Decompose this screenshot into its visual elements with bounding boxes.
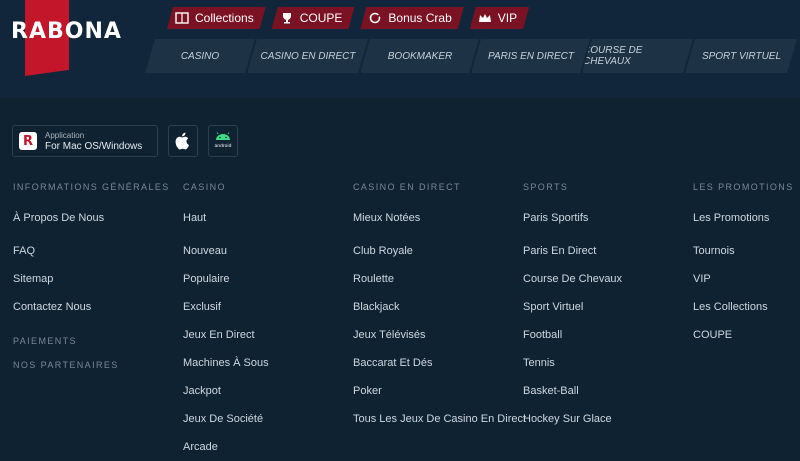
nav-tab-casino-en-direct[interactable]: CASINO EN DIRECT bbox=[247, 39, 368, 73]
footer-link[interactable]: Poker bbox=[353, 377, 526, 405]
footer-column-promotions: LES PROMOTIONS Les Promotions Tournois V… bbox=[693, 182, 794, 349]
apple-icon bbox=[175, 132, 189, 150]
footer-link[interactable]: FAQ bbox=[13, 237, 170, 265]
top-link-collections[interactable]: Collections bbox=[167, 7, 266, 29]
svg-text:android: android bbox=[214, 143, 231, 149]
footer-link[interactable]: Exclusif bbox=[183, 293, 269, 321]
footer-link[interactable]: Jeux En Direct bbox=[183, 321, 269, 349]
crab-claw-icon bbox=[368, 12, 382, 24]
top-link-coupe[interactable]: COUPE bbox=[272, 7, 355, 29]
logo[interactable]: RABONA bbox=[11, 19, 122, 44]
footer-link[interactable]: Les Collections bbox=[693, 293, 794, 321]
footer-link[interactable]: À Propos De Nous bbox=[13, 209, 170, 237]
footer-link[interactable]: Jeux De Société bbox=[183, 405, 269, 433]
nav-tab-course-de-chevaux[interactable]: COURSE DE CHEVAUX bbox=[582, 39, 693, 73]
top-link-label: Collections bbox=[195, 11, 254, 25]
footer-link[interactable]: VIP bbox=[693, 265, 794, 293]
top-link-label: COUPE bbox=[299, 11, 343, 25]
top-link-bonus-crab[interactable]: Bonus Crab bbox=[360, 7, 463, 29]
footer-link[interactable]: Hockey Sur Glace bbox=[523, 405, 622, 433]
footer-link[interactable]: Machines À Sous bbox=[183, 349, 269, 377]
payments-heading[interactable]: PAIEMENTS bbox=[13, 336, 77, 346]
footer-link[interactable]: Contactez Nous bbox=[13, 293, 170, 321]
trophy-icon bbox=[280, 12, 294, 24]
top-link-label: Bonus Crab bbox=[388, 11, 452, 25]
app-platforms: For Mac OS/Windows bbox=[45, 141, 143, 152]
column-heading: SPORTS bbox=[523, 182, 569, 192]
footer-link[interactable]: Basket-Ball bbox=[523, 377, 622, 405]
footer-link[interactable]: Tennis bbox=[523, 349, 622, 377]
column-heading: CASINO bbox=[183, 182, 226, 192]
top-link-label: VIP bbox=[497, 11, 518, 25]
footer-link[interactable]: Paris En Direct bbox=[523, 237, 622, 265]
footer-column-live-casino: CASINO EN DIRECT Mieux Notées Club Royal… bbox=[353, 182, 526, 433]
footer-link[interactable]: Course De Chevaux bbox=[523, 265, 622, 293]
partners-heading[interactable]: NOS PARTENAIRES bbox=[13, 360, 119, 370]
footer-link[interactable]: Roulette bbox=[353, 265, 526, 293]
ios-app-button[interactable] bbox=[168, 125, 198, 157]
column-heading: LES PROMOTIONS bbox=[693, 182, 794, 192]
app-downloads: R Application For Mac OS/Windows android bbox=[12, 125, 238, 157]
footer-link[interactable]: Sport Virtuel bbox=[523, 293, 622, 321]
footer-link[interactable]: Nouveau bbox=[183, 237, 269, 265]
footer-link[interactable]: Paris Sportifs bbox=[523, 209, 622, 237]
footer-link[interactable]: COUPE bbox=[693, 321, 794, 349]
footer-column-casino: CASINO Haut Nouveau Populaire Exclusif J… bbox=[183, 182, 269, 461]
footer-link[interactable]: Les Promotions bbox=[693, 209, 794, 237]
footer-link[interactable]: Baccarat Et Dés bbox=[353, 349, 526, 377]
footer-link[interactable]: Jackpot bbox=[183, 377, 269, 405]
footer-link[interactable]: Football bbox=[523, 321, 622, 349]
main-nav: CASINO CASINO EN DIRECT BOOKMAKER PARIS … bbox=[145, 39, 800, 73]
column-heading: INFORMATIONS GÉNÉRALES bbox=[13, 182, 170, 192]
footer-link[interactable]: Mieux Notées bbox=[353, 209, 526, 237]
crown-icon bbox=[478, 12, 492, 24]
android-app-button[interactable]: android bbox=[208, 125, 238, 157]
nav-tab-paris-en-direct[interactable]: PARIS EN DIRECT bbox=[471, 39, 590, 73]
book-icon bbox=[175, 12, 189, 24]
footer-link[interactable]: Populaire bbox=[183, 265, 269, 293]
footer-link[interactable]: Tournois bbox=[693, 237, 794, 265]
footer-link[interactable]: Tous Les Jeux De Casino En Direct bbox=[353, 405, 526, 433]
desktop-app-button[interactable]: R Application For Mac OS/Windows bbox=[12, 125, 158, 157]
footer-link[interactable]: Haut bbox=[183, 209, 269, 237]
top-links: Collections COUPE Bonus Crab VIP bbox=[167, 7, 529, 29]
nav-tab-sport-virtuel[interactable]: SPORT VIRTUEL bbox=[685, 39, 797, 73]
app-caption: Application bbox=[45, 131, 85, 140]
nav-tab-casino[interactable]: CASINO bbox=[145, 39, 255, 73]
footer-link[interactable]: Arcade bbox=[183, 433, 269, 461]
top-link-vip[interactable]: VIP bbox=[470, 7, 529, 29]
footer-link[interactable]: Sitemap bbox=[13, 265, 170, 293]
column-heading: CASINO EN DIRECT bbox=[353, 182, 461, 192]
rabona-app-icon: R bbox=[19, 132, 37, 150]
site-header: RABONA Collections COUPE Bonus Crab VIP … bbox=[0, 0, 800, 98]
footer-column-sports: SPORTS Paris Sportifs Paris En Direct Co… bbox=[523, 182, 622, 433]
footer-link[interactable]: Blackjack bbox=[353, 293, 526, 321]
footer-link[interactable]: Jeux Télévisés bbox=[353, 321, 526, 349]
android-icon: android bbox=[214, 132, 232, 149]
footer-column-general: INFORMATIONS GÉNÉRALES À Propos De Nous … bbox=[13, 182, 170, 370]
nav-tab-bookmaker[interactable]: BOOKMAKER bbox=[360, 39, 479, 73]
footer-link[interactable]: Club Royale bbox=[353, 237, 526, 265]
